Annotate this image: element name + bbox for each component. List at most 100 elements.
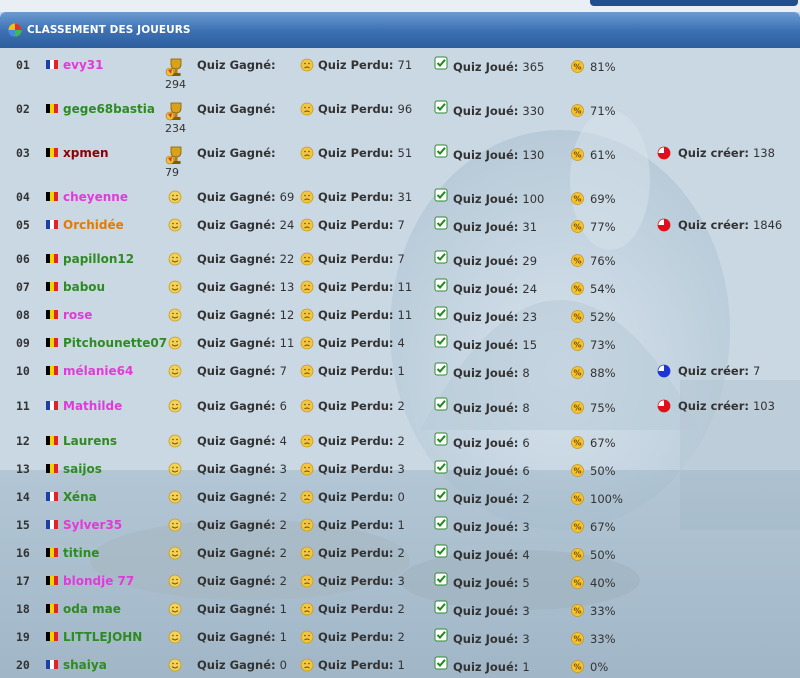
quiz-perdu: Quiz Perdu: 4 <box>318 336 405 350</box>
pie-chart-icon <box>657 146 671 160</box>
pie-chart-icon <box>657 218 671 232</box>
quiz-gagne-label: Quiz Gagné: <box>197 602 276 616</box>
player-name-link[interactable]: Orchidée <box>63 218 124 232</box>
player-name-link[interactable]: Mathilde <box>63 399 122 413</box>
smiley-icon <box>168 252 182 266</box>
belgium-flag-icon <box>46 338 58 347</box>
player-name-link[interactable]: xpmen <box>63 146 109 160</box>
win-percentage: 50% <box>590 464 616 478</box>
quiz-cree-value: 7 <box>752 364 761 378</box>
quiz-cree-label: Quiz créer: <box>678 218 749 232</box>
player-name-link[interactable]: evy31 <box>63 58 103 72</box>
player-name-link[interactable]: babou <box>63 280 105 294</box>
quiz-joue-value: 3 <box>522 604 530 618</box>
quiz-perdu: Quiz Perdu: 3 <box>318 462 405 476</box>
player-name-link[interactable]: shaiya <box>63 658 107 672</box>
quiz-joue-value: 6 <box>522 436 530 450</box>
player-name-link[interactable]: gege68bastia <box>63 102 155 116</box>
quiz-perdu-label: Quiz Perdu: <box>318 252 394 266</box>
svg-text:%: % <box>573 523 581 532</box>
quiz-gagne-label: Quiz Gagné: <box>197 190 276 204</box>
rank-number: 10 <box>16 364 30 378</box>
quiz-joue-value: 15 <box>522 338 538 352</box>
player-row: 10 mélanie64 Quiz Gagné: 7 Quiz Perdu: 1 Qui… <box>0 360 800 384</box>
win-percentage: 67% <box>590 436 616 450</box>
quiz-gagne-value: 24 <box>279 218 295 232</box>
quiz-gagne-label: Quiz Gagné: <box>197 308 276 322</box>
france-flag-icon <box>46 660 58 669</box>
quiz-perdu-label: Quiz Perdu: <box>318 518 394 532</box>
quiz-gagne-value: 13 <box>279 280 295 294</box>
quiz-perdu-label: Quiz Perdu: <box>318 146 394 160</box>
svg-text:%: % <box>573 151 581 160</box>
percent-icon: % <box>571 492 584 505</box>
quiz-joue-label: Quiz Joué: <box>453 520 519 534</box>
sad-face-icon <box>300 102 314 116</box>
quiz-perdu-label: Quiz Perdu: <box>318 58 394 72</box>
smiley-icon <box>168 434 182 448</box>
checkmark-icon <box>434 250 448 264</box>
win-percentage: 0% <box>590 660 609 674</box>
quiz-perdu: Quiz Perdu: 1 <box>318 364 405 378</box>
sad-face-icon <box>300 280 314 294</box>
player-row: 06 papillon12 Quiz Gagné: 22 Quiz Perdu: 7Q… <box>0 248 800 272</box>
player-name-link[interactable]: rose <box>63 308 92 322</box>
quiz-perdu: Quiz Perdu: 7 <box>318 218 405 232</box>
player-row: 09 Pitchounette07 Quiz Gagné: 11 Quiz Perdu… <box>0 332 800 356</box>
player-name-link[interactable]: Xéna <box>63 490 97 504</box>
player-name-link[interactable]: LITTLEJOHN <box>63 630 142 644</box>
percent-icon: % <box>571 632 584 645</box>
percent-icon: % <box>571 604 584 617</box>
quiz-gagne: Quiz Gagné: 13 <box>197 280 294 294</box>
player-name-link[interactable]: mélanie64 <box>63 364 133 378</box>
percent-icon: % <box>571 220 584 233</box>
quiz-perdu-label: Quiz Perdu: <box>318 574 394 588</box>
player-name-link[interactable]: cheyenne <box>63 190 128 204</box>
checkmark-icon <box>434 488 448 502</box>
player-name-link[interactable]: titine <box>63 546 99 560</box>
smiley-icon <box>168 518 182 532</box>
quiz-joue-label: Quiz Joué: <box>453 632 519 646</box>
player-row: 07 babou Quiz Gagné: 13 Quiz Perdu: 11 Quiz … <box>0 276 800 300</box>
player-name-link[interactable]: Sylver35 <box>63 518 122 532</box>
rank-number: 12 <box>16 434 30 448</box>
player-name-link[interactable]: Laurens <box>63 434 117 448</box>
quiz-perdu-value: 11 <box>397 280 413 294</box>
quiz-joue: Quiz Joué: 6 <box>453 436 530 450</box>
sad-face-icon <box>300 336 314 350</box>
belgium-flag-icon <box>46 548 58 557</box>
quiz-joue-value: 1 <box>522 660 530 674</box>
quiz-gagne-label: Quiz Gagné: <box>197 490 276 504</box>
quiz-gagne: Quiz Gagné: 6 <box>197 399 287 413</box>
svg-text:%: % <box>573 257 581 266</box>
quiz-joue-value: 100 <box>522 192 545 206</box>
smiley-icon <box>168 546 182 560</box>
quiz-perdu-label: Quiz Perdu: <box>318 336 394 350</box>
player-name-link[interactable]: saijos <box>63 462 102 476</box>
quiz-gagne-value: 0 <box>279 658 287 672</box>
win-percentage: 67% <box>590 520 616 534</box>
quiz-joue: Quiz Joué: 8 <box>453 401 530 415</box>
smiley-icon <box>168 574 182 588</box>
quiz-gagne-label: Quiz Gagné: <box>197 546 276 560</box>
svg-text:%: % <box>573 285 581 294</box>
belgium-flag-icon <box>46 282 58 291</box>
quiz-joue-label: Quiz Joué: <box>453 548 519 562</box>
quiz-joue-value: 2 <box>522 492 530 506</box>
player-name-link[interactable]: blondje 77 <box>63 574 134 588</box>
quiz-joue: Quiz Joué: 3 <box>453 520 530 534</box>
player-name-link[interactable]: Pitchounette07 <box>63 336 167 350</box>
quiz-gagne: Quiz Gagné: 0 <box>197 658 287 672</box>
smiley-icon <box>168 336 182 350</box>
quiz-joue: Quiz Joué: 5 <box>453 576 530 590</box>
player-row: 18 oda mae Quiz Gagné: 1 Quiz Perdu: 2 Quiz … <box>0 598 800 622</box>
france-flag-icon <box>46 401 58 410</box>
player-name-link[interactable]: oda mae <box>63 602 121 616</box>
quiz-perdu-value: 51 <box>397 146 413 160</box>
trophy-icon <box>165 102 182 121</box>
quiz-cree-label: Quiz créer: <box>678 146 749 160</box>
quiz-gagne-label: Quiz Gagné: <box>197 146 276 160</box>
player-name-link[interactable]: papillon12 <box>63 252 134 266</box>
quiz-perdu-value: 7 <box>397 218 405 232</box>
quiz-perdu: Quiz Perdu: 2 <box>318 602 405 616</box>
